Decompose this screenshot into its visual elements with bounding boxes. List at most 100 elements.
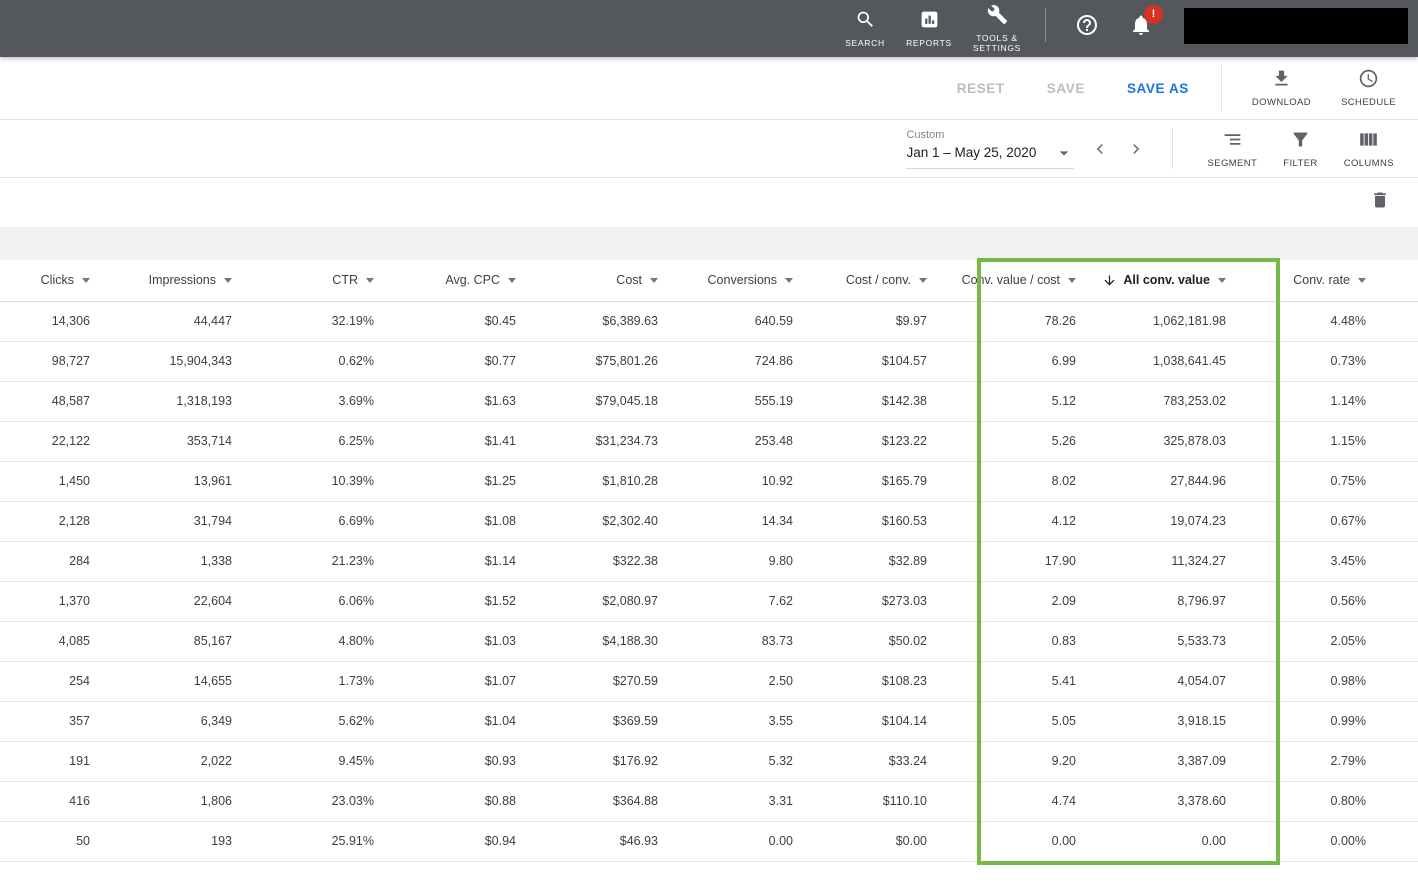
columns-button[interactable]: COLUMNS xyxy=(1344,129,1394,169)
cell: 85,167 xyxy=(142,621,284,662)
cell: $123.22 xyxy=(845,421,979,462)
cell: 1.15% xyxy=(1278,421,1418,462)
cell: 724.86 xyxy=(710,341,845,382)
clock-icon xyxy=(1358,68,1379,94)
filter-label: FILTER xyxy=(1283,157,1318,169)
cell: $6,389.63 xyxy=(568,301,710,342)
cell: 0.62% xyxy=(284,341,426,382)
cell: $165.79 xyxy=(845,461,979,502)
tools-settings-nav-label: TOOLS & SETTINGS xyxy=(972,32,1022,53)
cell: 9.80 xyxy=(710,541,845,582)
table-row: 22,122 353,714 6.25% $1.41 $31,234.73 253.48 $… xyxy=(0,421,1418,462)
column-header-avg-cpc[interactable]: Avg. CPC xyxy=(426,260,568,302)
cell: $75,801.26 xyxy=(568,341,710,382)
column-header-all-conv-value[interactable]: All conv. value xyxy=(1104,260,1278,302)
tools-settings-nav-button[interactable]: TOOLS & SETTINGS xyxy=(962,4,1032,53)
cell: $1.14 xyxy=(426,541,568,582)
cell: 6.06% xyxy=(284,581,426,622)
save-button[interactable]: SAVE xyxy=(1047,81,1085,96)
column-header-cost[interactable]: Cost xyxy=(568,260,710,302)
cell: $4,188.30 xyxy=(568,621,710,662)
download-icon xyxy=(1271,68,1292,94)
cell: 22,604 xyxy=(142,581,284,622)
column-header-conversions[interactable]: Conversions xyxy=(708,260,845,302)
cell: 7.62 xyxy=(710,581,845,622)
column-header-conv-rate[interactable]: Conv. rate xyxy=(1278,260,1418,302)
search-nav-button[interactable]: SEARCH xyxy=(834,9,896,48)
chevron-down-icon xyxy=(1054,143,1074,163)
search-nav-label: SEARCH xyxy=(845,37,885,48)
cell: 4.74 xyxy=(979,781,1128,822)
cell: 284 xyxy=(0,541,142,582)
wrench-icon xyxy=(987,4,1008,30)
cell: 253.48 xyxy=(710,421,845,462)
column-header-impressions[interactable]: Impressions xyxy=(142,260,284,302)
cell: 325,878.03 xyxy=(1128,421,1278,462)
cell: $108.23 xyxy=(845,661,979,702)
help-button[interactable] xyxy=(1075,13,1099,37)
table-row: 254 14,655 1.73% $1.07 $270.59 2.50 $108.23 5.4… xyxy=(0,661,1418,702)
save-as-button[interactable]: SAVE AS xyxy=(1127,81,1189,96)
previous-period-button[interactable] xyxy=(1090,139,1110,159)
cell: 5.05 xyxy=(979,701,1128,742)
cell: 0.67% xyxy=(1278,501,1418,542)
column-header-label: CTR xyxy=(332,273,358,288)
table-row: 4,085 85,167 4.80% $1.03 $4,188.30 83.73 $50.0… xyxy=(0,621,1418,662)
cell: $1.03 xyxy=(426,621,568,662)
reports-nav-button[interactable]: REPORTS xyxy=(898,9,960,48)
column-header-cost-conv[interactable]: Cost / conv. xyxy=(845,260,979,302)
table-row: 98,727 15,904,343 0.62% $0.77 $75,801.26 724.… xyxy=(0,341,1418,382)
filter-icon xyxy=(1290,129,1311,155)
table-top-spacer xyxy=(0,227,1418,260)
cell: $0.93 xyxy=(426,741,568,782)
cell: 98,727 xyxy=(0,341,142,382)
download-button[interactable]: DOWNLOAD xyxy=(1252,68,1311,108)
filter-button[interactable]: FILTER xyxy=(1283,129,1317,169)
cell: 13,961 xyxy=(142,461,284,502)
cell: $160.53 xyxy=(845,501,979,542)
cell: 3,387.09 xyxy=(1128,741,1278,782)
cell: 191 xyxy=(0,741,142,782)
cell: 14.34 xyxy=(710,501,845,542)
cell: $79,045.18 xyxy=(568,381,710,422)
cell: 5.26 xyxy=(979,421,1128,462)
date-range-picker[interactable]: Custom Jan 1 – May 25, 2020 xyxy=(906,129,1075,169)
cell: 2.79% xyxy=(1278,741,1418,782)
cell: 1,038,641.45 xyxy=(1128,341,1278,382)
cell: 6.25% xyxy=(284,421,426,462)
cell: $2,080.97 xyxy=(568,581,710,622)
reports-nav-label: REPORTS xyxy=(906,37,952,48)
delete-button[interactable] xyxy=(1370,190,1390,215)
cell: 416 xyxy=(0,781,142,822)
table-body: 14,306 44,447 32.19% $0.45 $6,389.63 640.59 $9… xyxy=(0,301,1418,862)
reports-icon xyxy=(919,9,940,35)
cell: $32.89 xyxy=(845,541,979,582)
schedule-button[interactable]: SCHEDULE xyxy=(1341,68,1396,108)
cell: $50.02 xyxy=(845,621,979,662)
column-header-ctr[interactable]: CTR xyxy=(284,260,426,302)
table-row: 416 1,806 23.03% $0.88 $364.88 3.31 $110.10 4.7… xyxy=(0,781,1418,822)
reset-button[interactable]: RESET xyxy=(957,81,1005,96)
next-period-button[interactable] xyxy=(1126,139,1146,159)
segment-button[interactable]: SEGMENT xyxy=(1207,129,1257,169)
cell: 5,533.73 xyxy=(1128,621,1278,662)
top-app-bar: SEARCH REPORTS TOOLS & SETTINGS ! xyxy=(0,0,1418,57)
cell: $1.25 xyxy=(426,461,568,502)
cell: 0.99% xyxy=(1278,701,1418,742)
cell: $0.94 xyxy=(426,821,568,862)
notifications-button[interactable]: ! xyxy=(1129,4,1163,37)
cell: 4.80% xyxy=(284,621,426,662)
cell: 3.45% xyxy=(1278,541,1418,582)
cell: 3.55 xyxy=(710,701,845,742)
cell: 9.20 xyxy=(979,741,1128,782)
cell: 10.92 xyxy=(710,461,845,502)
cell: 1,450 xyxy=(0,461,142,502)
column-header-clicks[interactable]: Clicks xyxy=(0,260,142,302)
table-row: 357 6,349 5.62% $1.04 $369.59 3.55 $104.14 5.05… xyxy=(0,701,1418,742)
table-row: 2,128 31,794 6.69% $1.08 $2,302.40 14.34 $160.… xyxy=(0,501,1418,542)
cell: 783,253.02 xyxy=(1128,381,1278,422)
column-header-label: Conv. rate xyxy=(1293,273,1350,288)
schedule-label: SCHEDULE xyxy=(1341,97,1396,108)
cell: 17.90 xyxy=(979,541,1128,582)
columns-label: COLUMNS xyxy=(1343,157,1394,169)
